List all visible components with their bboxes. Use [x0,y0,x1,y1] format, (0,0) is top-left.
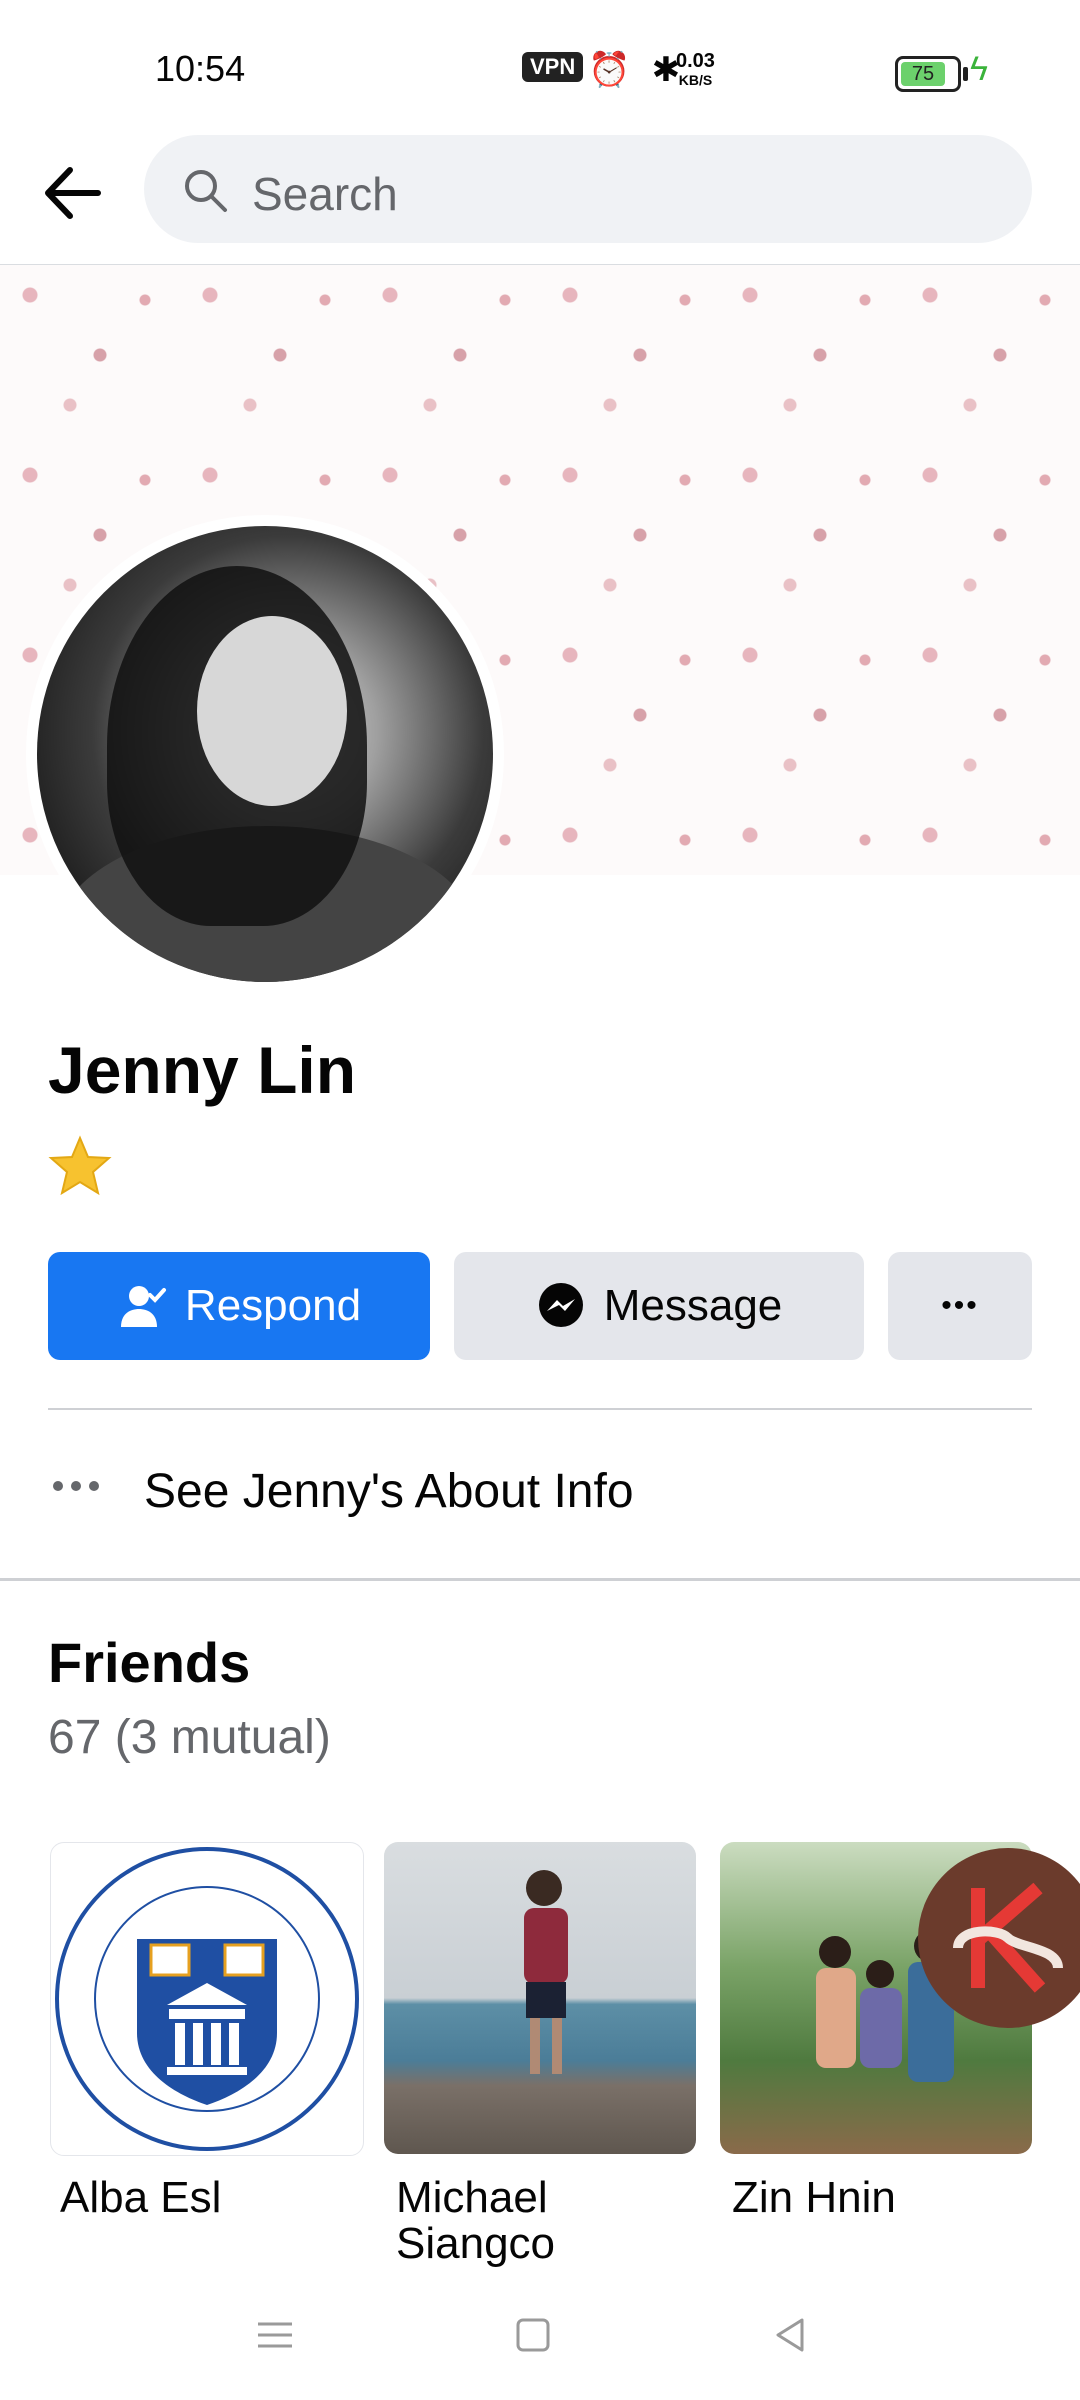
section-divider [0,1578,1080,1581]
profile-avatar[interactable] [37,526,493,982]
status-icons: ⏰ ✱ [588,51,687,89]
message-label: Message [603,1281,783,1330]
academy-logo [55,1847,359,2151]
vpn-badge: VPN [522,52,584,82]
message-button[interactable]: Message [454,1252,864,1360]
respond-label: Respond [184,1281,362,1330]
star-emoji-icon [48,1135,112,1196]
search-input[interactable]: Search [144,135,1032,243]
search-icon [185,170,227,212]
network-speed: 0.03 KB/S [676,50,715,88]
friend-name[interactable]: Michael Siangco [396,2175,696,2267]
messenger-icon [538,1283,583,1327]
floating-app-bubble[interactable] [918,1848,1080,2028]
about-info-row[interactable]: See Jenny's About Info [48,1430,1032,1550]
friend-name[interactable]: Zin Hnin [732,2175,896,2221]
ks-logo-icon [953,1882,1063,1993]
more-dots-icon: ••• [941,1289,979,1322]
menu-icon[interactable] [250,2310,300,2360]
about-info-label: See Jenny's About Info [144,1465,634,1518]
person-check-icon [120,1286,166,1327]
person-photo [524,1870,568,2074]
profile-name: Jenny Lin [48,1033,357,1107]
more-dots-icon [53,1481,99,1491]
search-placeholder: Search [252,168,398,220]
status-bar: 10:54 VPN ⏰ ✱ 0.03 KB/S 75 ϟ [0,0,1080,130]
battery-icon: 75 [895,56,968,92]
back-icon[interactable] [766,2310,816,2360]
more-options-button[interactable]: ••• [888,1252,1032,1360]
top-bar: Search [0,130,1080,266]
friend-name[interactable]: Alba Esl [60,2175,221,2221]
friends-heading: Friends [48,1631,251,1694]
friend-photo[interactable] [50,1842,364,2156]
clock: 10:54 [155,48,246,89]
back-arrow-icon[interactable] [38,158,108,228]
friends-count: 67 (3 mutual) [48,1711,331,1764]
home-icon[interactable] [508,2310,558,2360]
charging-icon: ϟ [970,50,988,88]
system-nav-bar [0,2270,1080,2400]
respond-button[interactable]: Respond [48,1252,430,1360]
divider [48,1408,1032,1410]
friend-photo[interactable] [384,1842,696,2154]
